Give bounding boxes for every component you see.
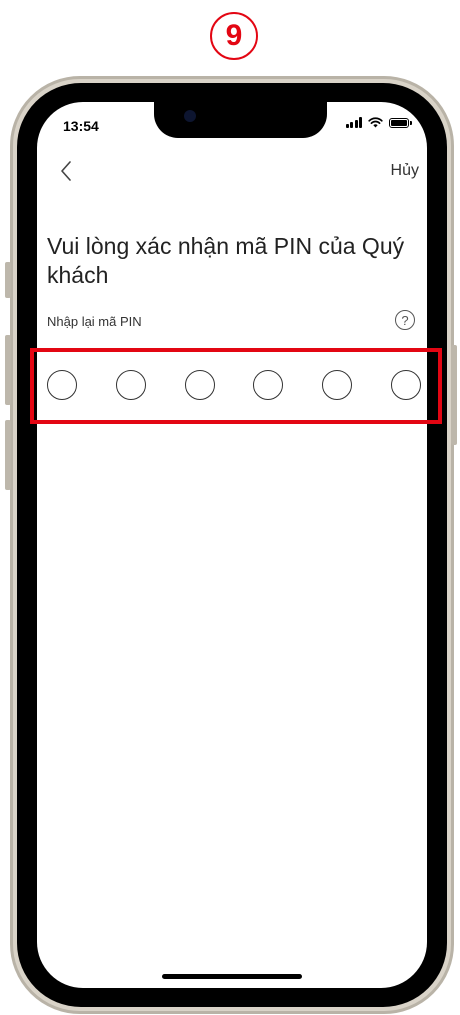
phone-volume-down: [5, 420, 11, 490]
back-button[interactable]: [51, 156, 81, 186]
chevron-left-icon: [61, 161, 71, 181]
cancel-button[interactable]: Hủy: [391, 162, 419, 180]
step-number-badge: 9: [210, 12, 258, 60]
signal-icon: [345, 117, 362, 128]
help-icon[interactable]: ?: [395, 310, 415, 330]
phone-side-button: [5, 262, 11, 298]
status-time: 13:54: [63, 118, 99, 134]
step-number: 9: [225, 19, 243, 52]
phone-volume-up: [5, 335, 11, 405]
highlight-box: [30, 348, 442, 424]
wifi-icon: [368, 117, 383, 128]
battery-icon: [389, 117, 412, 128]
notch: [154, 102, 327, 138]
pin-label: Nhập lại mã PIN: [47, 314, 142, 329]
phone-power-button: [451, 345, 457, 445]
phone-screen: 13:54 Hủy Vui lòng xác nhận mã PIN của Q…: [37, 102, 427, 988]
camera-icon: [184, 110, 196, 122]
home-indicator[interactable]: [162, 974, 302, 979]
page-title: Vui lòng xác nhận mã PIN của Quý khách: [47, 233, 405, 288]
status-icons: [345, 117, 412, 128]
